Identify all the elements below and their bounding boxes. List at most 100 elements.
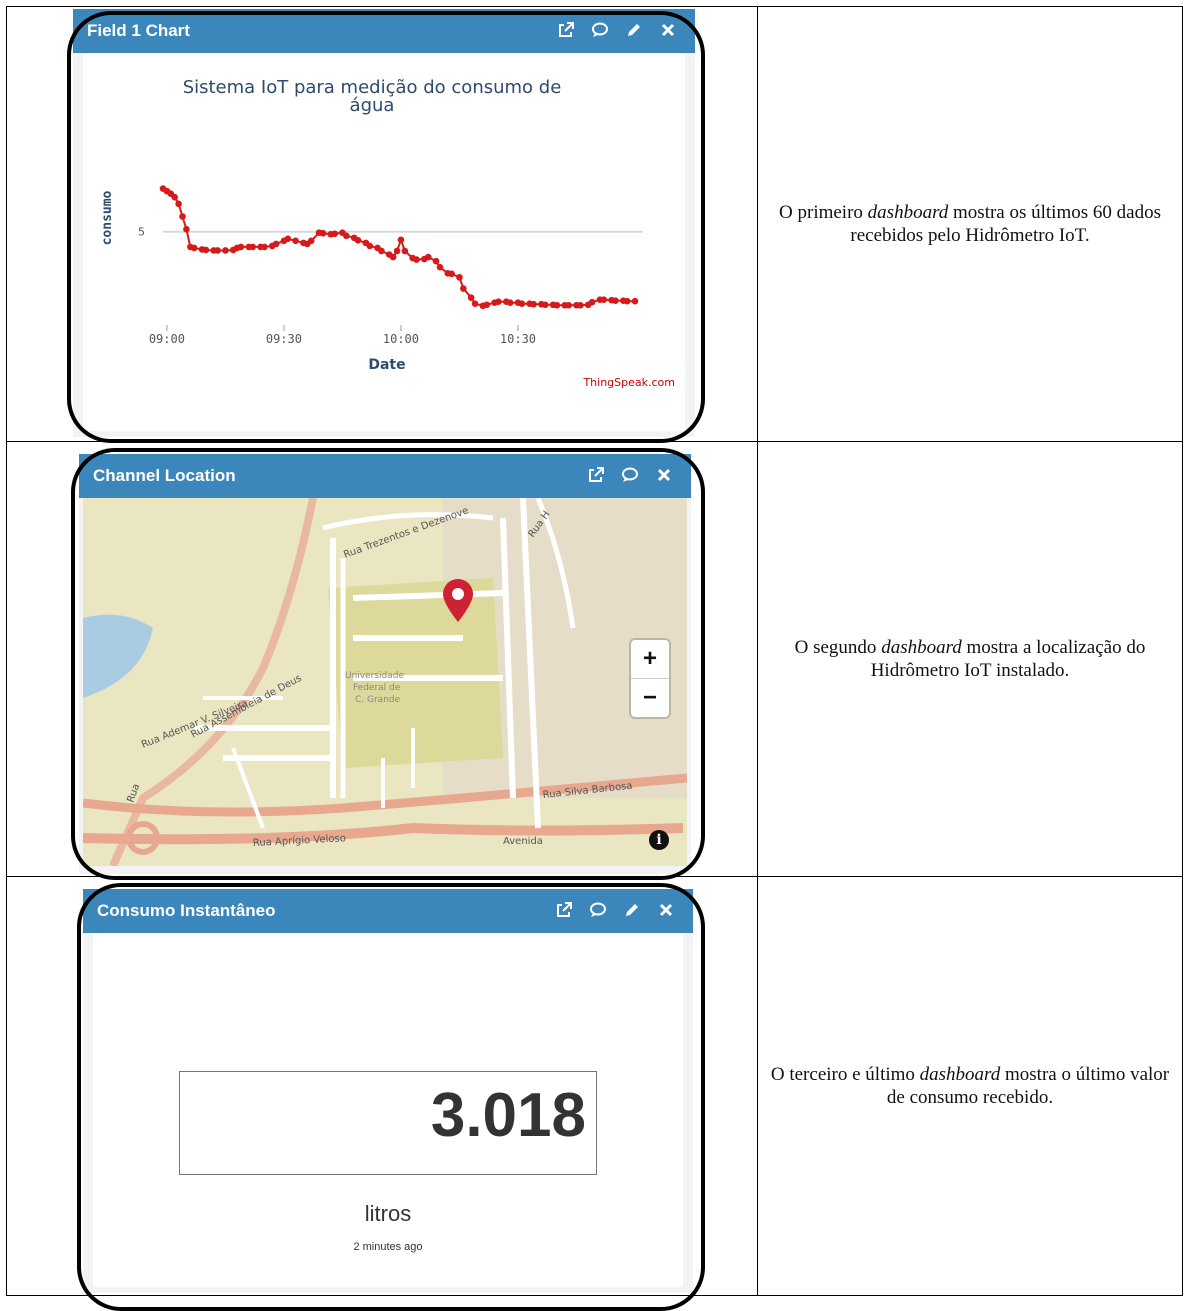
data-point — [389, 253, 397, 261]
map-label: Universidade — [345, 671, 404, 681]
data-point — [424, 253, 432, 261]
map-label: Avenida — [503, 836, 543, 847]
thingspeak-credit-link[interactable]: ThingSpeak.com — [583, 376, 675, 389]
value-card: 3.018 litros 2 minutes ago — [93, 933, 683, 1287]
x-axis-label: Date — [368, 357, 405, 373]
caption-cell-3: O terceiro e último dashboard mostra o ú… — [757, 876, 1183, 1296]
data-point — [413, 256, 420, 263]
close-icon[interactable] — [655, 466, 673, 484]
data-point — [331, 230, 338, 238]
widget-title: Field 1 Chart — [87, 21, 190, 40]
close-icon[interactable] — [657, 901, 675, 919]
data-point — [588, 298, 596, 306]
data-point — [249, 243, 257, 251]
comment-icon[interactable] — [621, 466, 639, 484]
gauge-cell: Consumo Instantâneo 3.018 litros 2 minut… — [6, 876, 758, 1311]
data-point — [495, 298, 502, 305]
zoom-in-button[interactable]: + — [631, 640, 669, 678]
data-point — [460, 285, 467, 292]
unit-label: litros — [364, 1201, 412, 1226]
field1-chart-widget: Field 1 Chart Sistema IoT para medição d… — [73, 9, 695, 437]
caption-cell-1: O primeiro dashboard mostra os últimos 6… — [757, 6, 1183, 442]
map-tiles: Rua Trezentos e Dezenove Rua H Rua Adema… — [83, 498, 687, 866]
data-point — [448, 270, 455, 278]
data-point — [541, 301, 549, 309]
caption-cell-2: O segundo dashboard mostra a localização… — [757, 441, 1183, 877]
data-point — [378, 247, 385, 255]
data-point — [397, 236, 405, 244]
data-point — [183, 225, 190, 233]
map-label: Federal de — [353, 683, 401, 693]
data-point — [237, 243, 245, 251]
updated-time: 2 minutes ago — [353, 1241, 423, 1253]
x-tick-label: 09:00 — [149, 332, 185, 346]
data-point — [292, 237, 299, 245]
data-point — [319, 229, 327, 237]
data-point — [175, 200, 182, 208]
data-point — [432, 257, 440, 265]
data-point — [456, 274, 463, 281]
chart-title: água — [350, 95, 395, 116]
y-axis-label: consumo — [100, 190, 115, 245]
value-display: 3.018 — [179, 1071, 597, 1175]
zoom-out-button[interactable]: − — [631, 678, 669, 717]
widget-header: Consumo Instantâneo — [83, 889, 693, 933]
x-tick-label: 10:30 — [500, 332, 536, 346]
comment-icon[interactable] — [591, 21, 609, 39]
data-point — [471, 300, 479, 308]
data-point — [354, 237, 362, 244]
location-pin-icon[interactable] — [441, 578, 475, 624]
caption-1: O primeiro dashboard mostra os últimos 6… — [779, 202, 1161, 246]
map-label: C. Grande — [355, 695, 401, 705]
data-point — [343, 232, 350, 240]
data-point — [530, 300, 537, 308]
external-link-icon[interactable] — [557, 21, 575, 39]
data-point — [272, 240, 280, 248]
map-cell: Channel Location Rua Trezentos e Dezenov… — [6, 441, 758, 880]
external-link-icon[interactable] — [587, 466, 605, 484]
pencil-icon[interactable] — [623, 901, 641, 919]
x-tick-label: 10:00 — [383, 332, 419, 346]
channel-location-widget: Channel Location Rua Trezentos e Dezenov… — [79, 454, 691, 874]
data-point — [190, 244, 198, 252]
data-point — [179, 213, 186, 220]
data-point — [600, 296, 608, 303]
data-point — [401, 247, 409, 255]
line-chart: Sistema IoT para medição do consumo deág… — [100, 77, 643, 373]
caption-2: O segundo dashboard mostra a localização… — [794, 637, 1146, 681]
widget-header: Channel Location — [79, 454, 691, 498]
external-link-icon[interactable] — [555, 901, 573, 919]
data-point — [171, 193, 179, 201]
data-point — [284, 235, 292, 243]
close-icon[interactable] — [659, 21, 677, 39]
zoom-control: + − — [631, 640, 669, 717]
pencil-icon[interactable] — [625, 21, 643, 39]
info-icon[interactable]: i — [649, 830, 669, 850]
current-value: 3.018 — [430, 1081, 586, 1150]
map[interactable]: Rua Trezentos e Dezenove Rua H Rua Adema… — [83, 498, 687, 866]
data-point — [506, 299, 514, 307]
data-point — [553, 301, 561, 309]
layout-table: Field 1 Chart Sistema IoT para medição d… — [6, 6, 1183, 1311]
data-point — [214, 247, 221, 254]
data-point — [436, 263, 444, 271]
comment-icon[interactable] — [589, 901, 607, 919]
data-point — [393, 247, 401, 255]
data-point — [366, 242, 374, 250]
x-tick-label: 09:30 — [266, 332, 302, 346]
widget-header: Field 1 Chart — [73, 9, 695, 53]
widget-title: Consumo Instantâneo — [97, 901, 276, 920]
widget-title: Channel Location — [93, 466, 236, 485]
data-point — [631, 297, 639, 305]
chart-cell: Field 1 Chart Sistema IoT para medição d… — [6, 6, 758, 443]
consumo-instantaneo-widget: Consumo Instantâneo 3.018 litros 2 minut… — [83, 889, 693, 1293]
data-point — [483, 301, 491, 309]
data-point — [518, 300, 526, 308]
data-point — [577, 301, 584, 309]
caption-3: O terceiro e último dashboard mostra o ú… — [770, 1064, 1170, 1108]
data-point — [307, 237, 315, 245]
data-point — [565, 301, 572, 309]
chart-card: Sistema IoT para medição do consumo de ág… — [83, 53, 685, 431]
data-point — [612, 297, 619, 304]
data-point — [222, 247, 229, 254]
